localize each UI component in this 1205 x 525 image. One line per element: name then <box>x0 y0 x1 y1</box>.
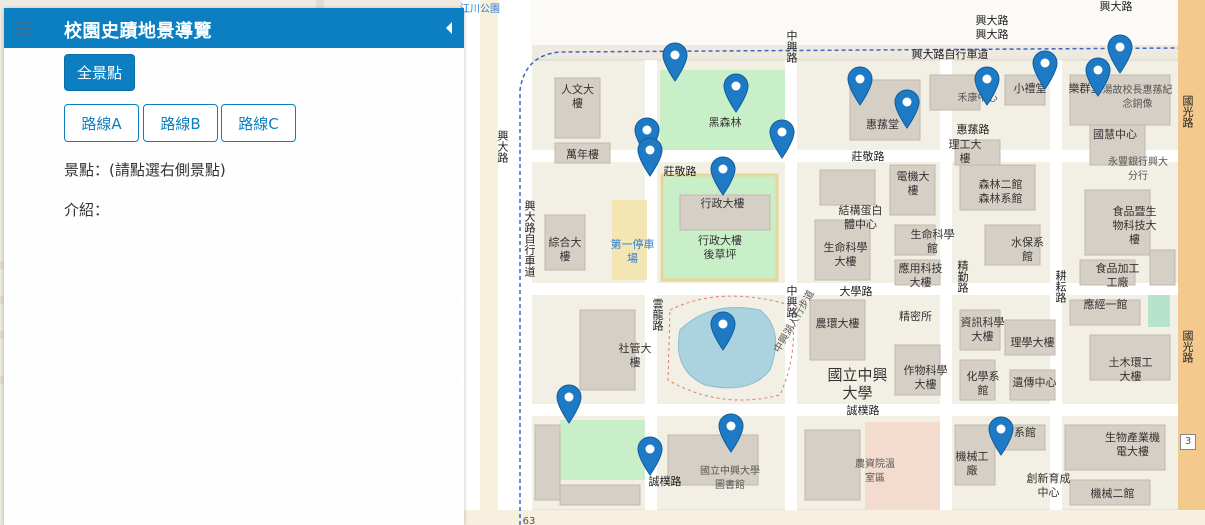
road-label-chengpu: 誠樸路 <box>846 404 880 417</box>
spot-marker[interactable] <box>1032 50 1058 90</box>
place-wannian: 萬年樓 <box>566 148 599 161</box>
place-nonghuan: 農環大樓 <box>815 317 860 330</box>
place-zuowu: 作物科學大樓 <box>903 364 948 391</box>
spot-marker[interactable] <box>710 311 736 351</box>
route-b-button[interactable]: 路線B <box>143 104 218 142</box>
place-zonghe: 綜合大樓 <box>548 236 582 263</box>
road-label-chengpu-2: 誠樸路 <box>648 475 682 488</box>
spot-marker[interactable] <box>637 436 663 476</box>
road-label-zhuangjing: 莊敬路 <box>663 165 697 178</box>
place-shehui: 社管大樓 <box>618 342 652 369</box>
place-xingzheng: 行政大樓 <box>700 197 745 210</box>
place-ligong: 理工大樓 <box>948 138 982 165</box>
spot-marker[interactable] <box>1107 34 1133 74</box>
place-yingyong: 應用科技大樓 <box>898 262 943 289</box>
road-label-xingda: 興大路 <box>975 14 1009 27</box>
place-guohui: 國慧中心 <box>1093 128 1137 141</box>
place-memorial: 湯故校長惠蓀紀念銅像 <box>1102 85 1173 110</box>
spot-marker[interactable] <box>718 413 744 453</box>
panel-title: 校園史蹟地景導覽 <box>64 21 212 42</box>
place-zixun: 資訊科學大樓 <box>960 316 1005 343</box>
spot-marker[interactable] <box>988 416 1014 456</box>
place-yingjing: 應經一館 <box>1083 298 1128 311</box>
place-dianji: 電機大樓 <box>896 170 930 197</box>
route-c-button[interactable]: 路線C <box>221 104 296 142</box>
spot-marker[interactable] <box>769 119 795 159</box>
place-jingmi: 精密所 <box>899 310 932 323</box>
place-jiegou: 結構蛋白體中心 <box>838 204 883 231</box>
place-shuibao: 水保系館 <box>1011 236 1044 263</box>
place-shipin: 食品暨生物科技大樓 <box>1112 205 1157 246</box>
place-jixie: 機械工廠 <box>955 450 989 477</box>
spot-marker[interactable] <box>974 66 1000 106</box>
road-label-gengyun: 耕耘路 <box>1054 270 1067 303</box>
route-shield: 3 <box>1180 434 1196 450</box>
road-label-jingqin: 精勤路 <box>956 260 969 293</box>
place-chuangxin: 創新育成中心 <box>1026 472 1071 499</box>
collapse-arrow-icon[interactable] <box>446 22 452 34</box>
intro-label: 介紹： <box>64 201 110 219</box>
road-label-yunhuo: 雲龍路 <box>651 298 664 331</box>
place-senlin: 森林二館森林系館 <box>978 178 1023 205</box>
road-label-xingda-vert: 興大路 <box>496 130 509 163</box>
place-nongzi: 農資院溫室區 <box>855 459 895 484</box>
road-label-huisun: 惠蓀路 <box>956 123 990 136</box>
place-yongfeng: 永豐銀行興大分行 <box>1108 157 1168 182</box>
place-parking1: 第一停車場 <box>610 238 655 265</box>
place-library: 國立中興大學圖書館 <box>700 466 760 491</box>
road-label-daxue: 大學路 <box>839 285 873 298</box>
place-lixue: 理學大樓 <box>1010 336 1055 349</box>
place-xingzheng-back: 行政大樓後草坪 <box>698 234 742 261</box>
road-label-xingda-bike: 興大路自行車道 <box>911 48 989 61</box>
tour-panel: 校園史蹟地景導覽 全景點 路線A 路線B 路線C 景點：(請點選右側景點) 介紹… <box>4 8 464 525</box>
place-shengming: 生命科學大樓 <box>823 241 868 268</box>
place-shengke-guan: 生命科學館 <box>910 228 955 255</box>
road-label-guoguang: 國光路 <box>1181 95 1194 128</box>
place-jixie2: 機械二館 <box>1090 487 1135 500</box>
spot-label: 景點：(請點選右側景點) <box>64 161 226 179</box>
spot-marker[interactable] <box>556 384 582 424</box>
place-university: 國立中興大學 <box>827 366 888 402</box>
place-renwen: 人文大樓 <box>561 83 594 110</box>
spot-marker[interactable] <box>723 73 749 113</box>
spot-marker[interactable] <box>894 89 920 129</box>
road-label-zhongxing: 中興路 <box>785 30 798 63</box>
place-huaxue: 化學系館 <box>966 370 1000 397</box>
road-label-xingda-2: 興大路 <box>975 28 1009 41</box>
spot-marker[interactable] <box>847 66 873 106</box>
road-label-guoguang-2: 國光路 <box>1181 330 1194 363</box>
menu-icon[interactable] <box>16 21 32 35</box>
panel-header: 校園史蹟地景導覽 <box>4 8 464 48</box>
all-spots-button[interactable]: 全景點 <box>64 54 136 91</box>
road-label-xingda-3: 興大路 <box>1099 0 1133 13</box>
place-heisen: 黑森林 <box>708 116 742 129</box>
spot-marker[interactable] <box>662 42 688 82</box>
place-shengchan: 生物產業機電大樓 <box>1105 431 1160 458</box>
place-shipin-jia: 食品加工工廠 <box>1095 262 1140 289</box>
spot-marker[interactable] <box>710 156 736 196</box>
place-yichuan: 遺傳中心 <box>1012 376 1057 389</box>
route-a-button[interactable]: 路線A <box>64 104 139 142</box>
place-tumu: 土木環工大樓 <box>1108 356 1153 383</box>
road-number: 63 <box>522 516 536 525</box>
place-jixie-xi: 系館 <box>1014 426 1036 439</box>
spot-marker[interactable] <box>637 137 663 177</box>
road-label-bike-vert: 興大路自行車道 <box>523 200 536 277</box>
road-label-zhuangjing-2: 莊敬路 <box>851 150 885 163</box>
